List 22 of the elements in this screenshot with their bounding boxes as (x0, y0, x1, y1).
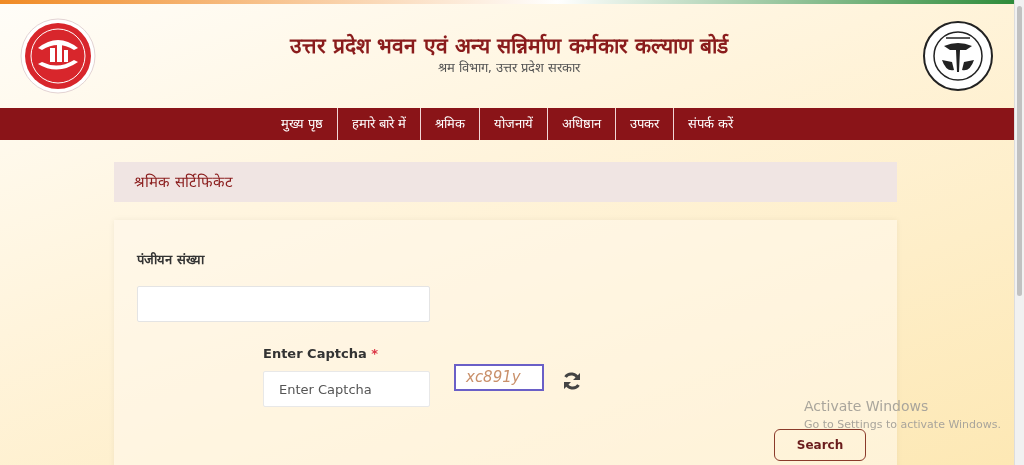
nav-link[interactable]: श्रमिक (421, 108, 481, 140)
nav-link[interactable]: उपकर (616, 108, 675, 140)
emblem-icon (20, 18, 96, 94)
nav-link[interactable]: योजनायें (480, 108, 549, 140)
site-subtitle: श्रम विभाग, उत्तर प्रदेश सरकार (436, 58, 582, 77)
field-label: पंजीयन संख्या (137, 251, 206, 269)
scrollbar-thumb[interactable] (1017, 6, 1022, 296)
site-title: उत्तर प्रदेश भवन एवं अन्य सन्निर्माण कर्मकार कल्याण बोर्ड (289, 34, 729, 58)
nav-link[interactable]: हमारे बारे में (337, 108, 422, 140)
captcha-image: xc891y (454, 363, 544, 391)
nav-link[interactable]: अधिष्ठान (548, 108, 617, 140)
field-label: Enter Captcha * (263, 344, 379, 363)
required-mark: * (371, 345, 378, 361)
nav-link[interactable]: मुख्य पृष्ठ (266, 108, 338, 140)
os-notice-title: Activate Windows (804, 397, 930, 416)
emblem-icon (922, 20, 994, 92)
input-field[interactable]: Enter Captcha (263, 371, 430, 407)
input-field[interactable] (137, 285, 430, 322)
refresh-icon[interactable] (562, 370, 582, 391)
page-title: श्रमिक सर्टिफिकेट (134, 171, 233, 193)
search-button[interactable]: Search (774, 429, 866, 461)
nav-link[interactable]: संपर्क करें (674, 108, 748, 140)
